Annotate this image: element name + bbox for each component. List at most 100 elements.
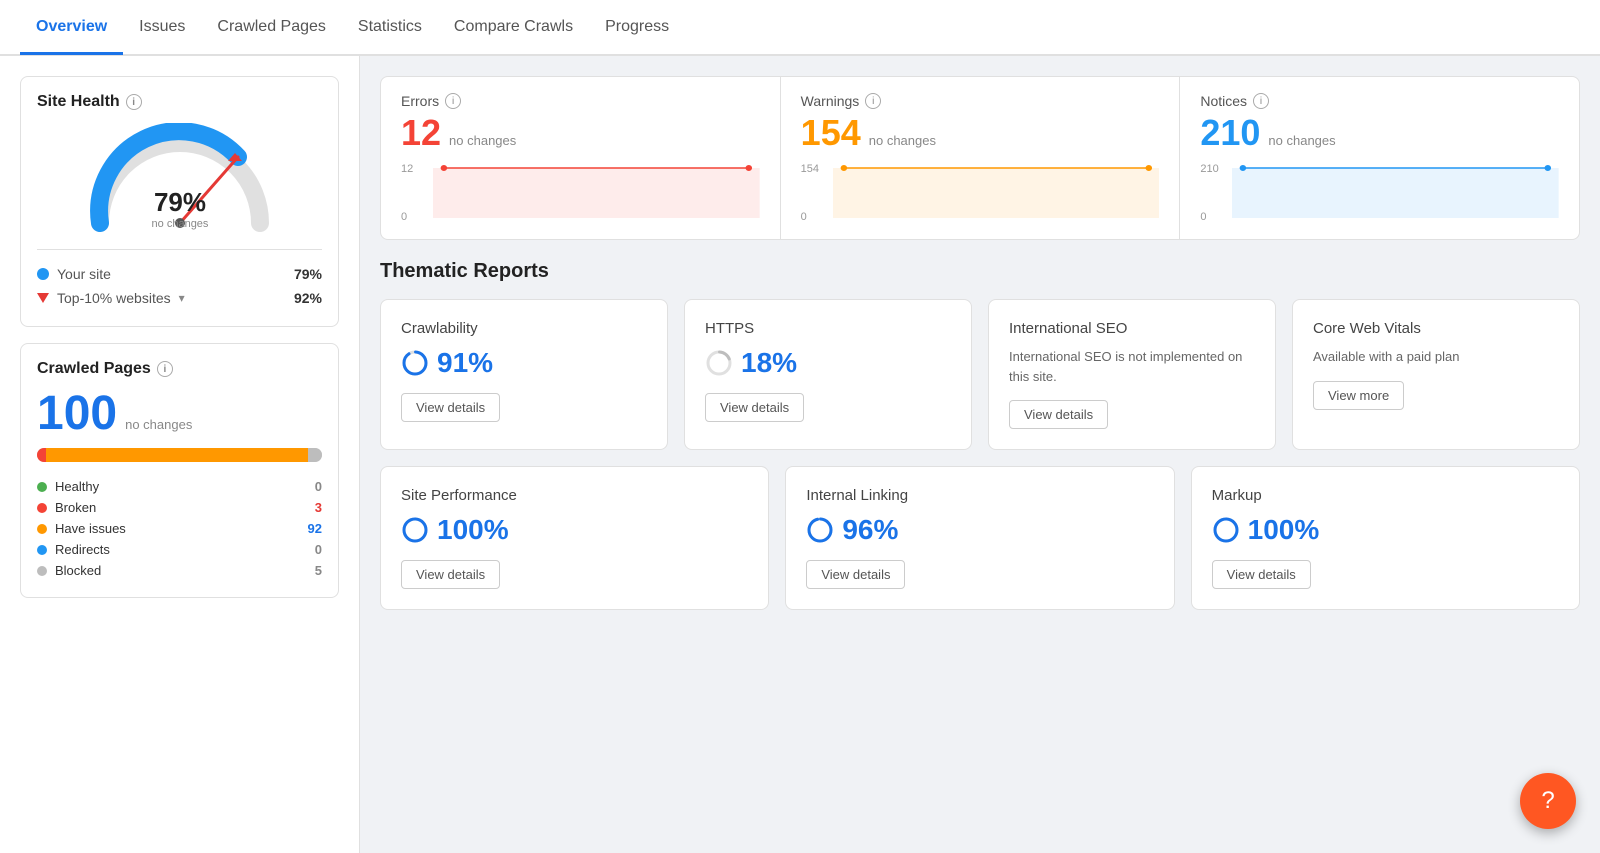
warnings-metric-card: Warnings i 154 no changes 154 0	[781, 77, 1181, 239]
markup-title: Markup	[1212, 487, 1559, 504]
healthy-label: Healthy	[55, 479, 99, 494]
errors-metric-card: Errors i 12 no changes 12 0	[381, 77, 781, 239]
crawled-pages-count: 100	[37, 390, 117, 438]
redirects-dot	[37, 545, 47, 555]
crawlability-title: Crawlability	[401, 320, 647, 337]
warnings-info-icon[interactable]: i	[865, 93, 881, 109]
warnings-chart: 154 0	[801, 163, 1160, 223]
crawled-pages-card: Crawled Pages i 100 no changes Healthy 0	[20, 343, 339, 598]
crawlability-percent: 91%	[437, 347, 493, 379]
site-performance-view-btn[interactable]: View details	[401, 560, 500, 589]
your-site-dot	[37, 268, 49, 280]
notices-label: Notices i	[1200, 93, 1559, 109]
broken-value: 3	[315, 500, 322, 515]
warnings-value: 154	[801, 115, 861, 151]
core-web-vitals-card: Core Web Vitals Available with a paid pl…	[1292, 299, 1580, 450]
intl-seo-description: International SEO is not implemented on …	[1009, 347, 1255, 386]
nav-progress[interactable]: Progress	[589, 0, 685, 55]
core-web-vitals-description: Available with a paid plan	[1313, 347, 1559, 367]
notices-metric-card: Notices i 210 no changes 210 0	[1180, 77, 1579, 239]
https-title: HTTPS	[705, 320, 951, 337]
healthy-legend: Healthy 0	[37, 476, 322, 497]
crawled-pages-progress-bar	[37, 448, 322, 462]
broken-dot	[37, 503, 47, 513]
sidebar: Site Health i 79% no changes	[0, 56, 360, 853]
markup-percent: 100%	[1248, 514, 1320, 546]
nav-crawled-pages[interactable]: Crawled Pages	[201, 0, 342, 55]
crawlability-metric: 91%	[401, 347, 647, 379]
errors-chart: 12 0	[401, 163, 760, 223]
warnings-value-row: 154 no changes	[801, 115, 1160, 151]
blocked-value: 5	[315, 563, 322, 578]
blocked-dot	[37, 566, 47, 576]
have-issues-value: 92	[308, 521, 322, 536]
gauge-percent: 79%	[153, 187, 205, 217]
nav-compare-crawls[interactable]: Compare Crawls	[438, 0, 589, 55]
top-sites-triangle-icon	[37, 293, 49, 303]
crawled-pages-info-icon[interactable]: i	[157, 361, 173, 377]
fab-button[interactable]: ?	[1520, 773, 1576, 829]
blocked-legend: Blocked 5	[37, 560, 322, 581]
intl-seo-card: International SEO International SEO is n…	[988, 299, 1276, 450]
core-web-vitals-view-btn[interactable]: View more	[1313, 381, 1404, 410]
notices-value: 210	[1200, 115, 1260, 151]
errors-info-icon[interactable]: i	[445, 93, 461, 109]
crawlability-card: Crawlability 91% View details	[380, 299, 668, 450]
notices-no-changes: no changes	[1268, 133, 1335, 148]
site-performance-title: Site Performance	[401, 487, 748, 504]
warnings-no-changes: no changes	[869, 133, 936, 148]
https-metric: 18%	[705, 347, 951, 379]
errors-value-row: 12 no changes	[401, 115, 760, 151]
top-sites-chevron-icon[interactable]: ▾	[179, 291, 185, 305]
notices-chart: 210 0	[1200, 163, 1559, 223]
markup-circle-icon	[1212, 516, 1240, 544]
metrics-row: Errors i 12 no changes 12 0	[380, 76, 1580, 240]
blocked-label: Blocked	[55, 563, 101, 578]
redirects-label: Redirects	[55, 542, 110, 557]
internal-linking-circle-icon	[806, 516, 834, 544]
notices-value-row: 210 no changes	[1200, 115, 1559, 151]
markup-metric: 100%	[1212, 514, 1559, 546]
internal-linking-metric: 96%	[806, 514, 1153, 546]
site-performance-circle-icon	[401, 516, 429, 544]
broken-label: Broken	[55, 500, 96, 515]
reports-top-grid: Crawlability 91% View details HTTPS	[380, 299, 1580, 450]
https-circle-icon	[705, 349, 733, 377]
site-health-info-icon[interactable]: i	[126, 94, 142, 110]
crawled-pages-no-changes: no changes	[125, 417, 192, 432]
site-performance-percent: 100%	[437, 514, 509, 546]
nav-bar: Overview Issues Crawled Pages Statistics…	[0, 0, 1600, 56]
errors-value: 12	[401, 115, 441, 151]
gauge-svg: 79% no changes	[80, 123, 280, 233]
nav-statistics[interactable]: Statistics	[342, 0, 438, 55]
healthy-dot	[37, 482, 47, 492]
markup-card: Markup 100% View details	[1191, 466, 1580, 610]
site-performance-metric: 100%	[401, 514, 748, 546]
markup-view-btn[interactable]: View details	[1212, 560, 1311, 589]
issues-segment	[46, 448, 308, 462]
crawled-pages-count-row: 100 no changes	[37, 390, 322, 438]
core-web-vitals-title: Core Web Vitals	[1313, 320, 1559, 337]
intl-seo-title: International SEO	[1009, 320, 1255, 337]
https-view-btn[interactable]: View details	[705, 393, 804, 422]
blocked-segment	[308, 448, 322, 462]
main-content: Errors i 12 no changes 12 0	[360, 56, 1600, 853]
have-issues-label: Have issues	[55, 521, 126, 536]
internal-linking-view-btn[interactable]: View details	[806, 560, 905, 589]
site-health-title: Site Health i	[37, 93, 322, 111]
nav-overview[interactable]: Overview	[20, 0, 123, 55]
gauge-subtext: no changes	[151, 218, 208, 230]
redirects-value: 0	[315, 542, 322, 557]
https-card: HTTPS 18% View details	[684, 299, 972, 450]
intl-seo-view-btn[interactable]: View details	[1009, 400, 1108, 429]
have-issues-legend: Have issues 92	[37, 518, 322, 539]
internal-linking-percent: 96%	[842, 514, 898, 546]
nav-issues[interactable]: Issues	[123, 0, 201, 55]
broken-legend: Broken 3	[37, 497, 322, 518]
notices-info-icon[interactable]: i	[1253, 93, 1269, 109]
gauge-container: 79% no changes	[37, 123, 322, 233]
crawlability-view-btn[interactable]: View details	[401, 393, 500, 422]
crawled-pages-title: Crawled Pages i	[37, 360, 322, 378]
thematic-reports-section: Thematic Reports Crawlability 91% View d…	[380, 260, 1580, 610]
https-percent: 18%	[741, 347, 797, 379]
